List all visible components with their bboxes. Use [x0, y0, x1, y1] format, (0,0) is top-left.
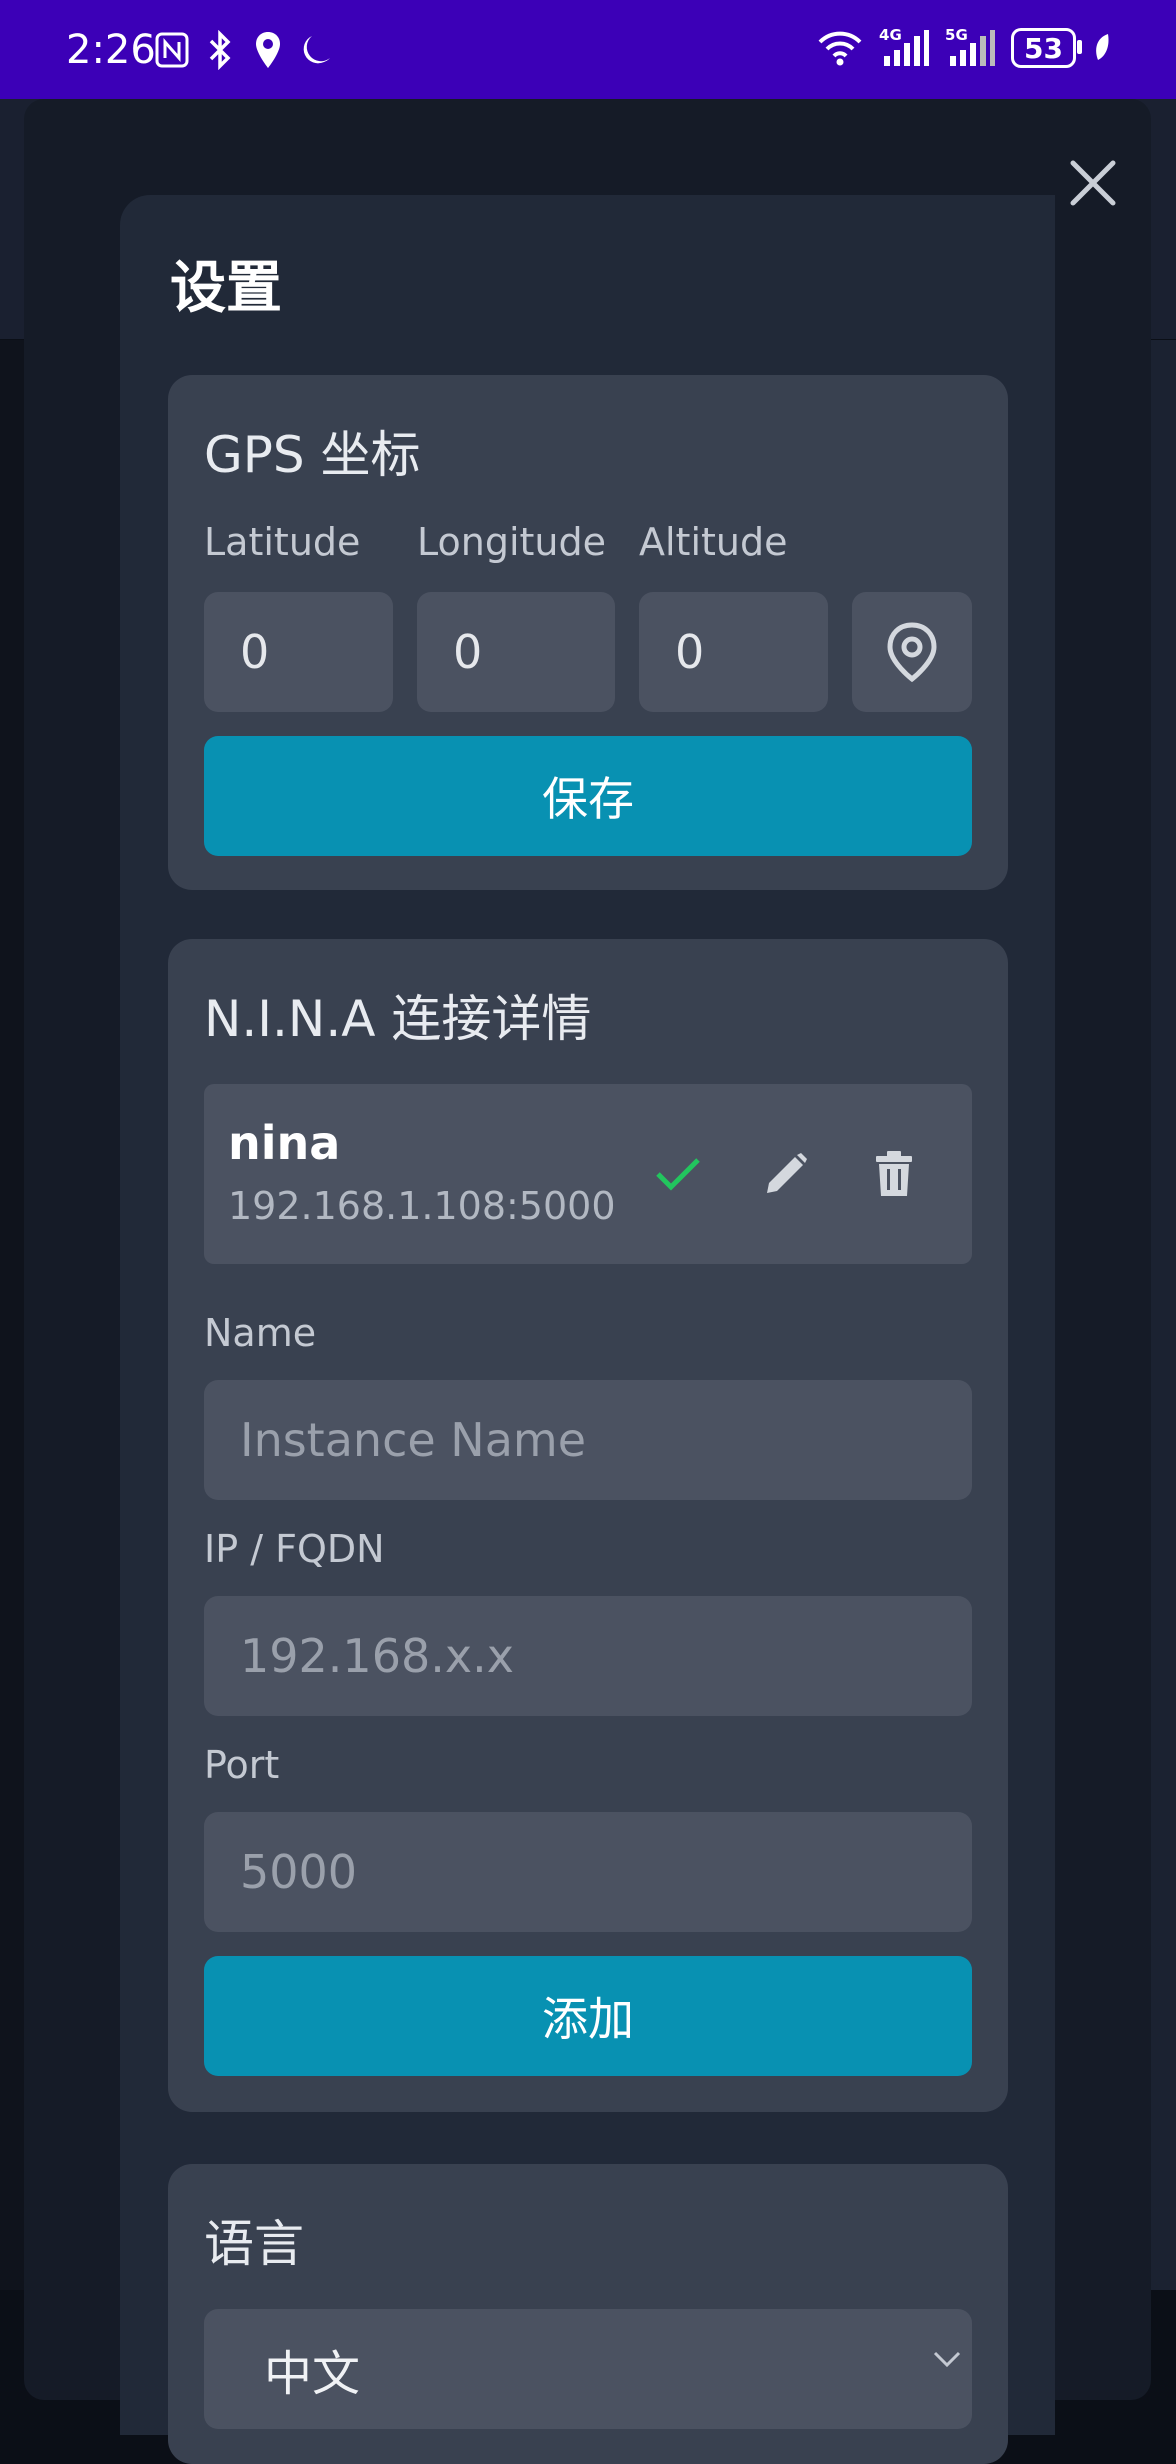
save-button[interactable]: 保存 [204, 736, 972, 856]
status-time: 2:26 [66, 27, 156, 73]
check-icon [656, 1158, 700, 1191]
port-input[interactable]: 5000 [204, 1812, 972, 1932]
instance-name-input[interactable]: Instance Name [204, 1380, 972, 1500]
language-select[interactable]: 中文 [204, 2309, 972, 2429]
wifi-icon [815, 26, 865, 70]
language-selected-value: 中文 [264, 2346, 361, 2402]
connection-item[interactable]: nina 192.168.1.108:5000 [204, 1084, 972, 1264]
status-bar: 2:26 4G 5G 53 [0, 0, 1176, 99]
latitude-input[interactable]: 0 [204, 592, 393, 712]
ip-label: IP / FQDN [204, 1527, 385, 1571]
name-label: Name [204, 1311, 317, 1355]
connection-address: 192.168.1.108:5000 [228, 1184, 616, 1228]
add-button[interactable]: 添加 [204, 1956, 972, 2076]
altitude-input[interactable]: 0 [639, 592, 828, 712]
nina-card-title: N.I.N.A 连接详情 [204, 990, 592, 1048]
signal-icon-2: 5G [945, 26, 997, 70]
ip-input[interactable]: 192.168.x.x [204, 1596, 972, 1716]
status-icons-right: 4G 5G 53 [815, 26, 1114, 70]
port-label: Port [204, 1743, 280, 1787]
close-icon [1070, 160, 1116, 206]
longitude-label: Longitude [417, 520, 606, 564]
chevron-down-icon [933, 2351, 961, 2368]
altitude-label: Altitude [639, 520, 788, 564]
status-icons-left [152, 28, 336, 72]
nina-card: N.I.N.A 连接详情 nina 192.168.1.108:5000 Nam… [168, 939, 1008, 2112]
trash-icon [876, 1151, 912, 1196]
background-side-right [1151, 340, 1176, 2290]
map-pin-icon [887, 622, 937, 683]
longitude-input[interactable]: 0 [417, 592, 615, 712]
language-card: 语言 中文 [168, 2164, 1008, 2464]
get-location-button[interactable] [852, 592, 972, 712]
latitude-label: Latitude [204, 520, 361, 564]
connection-name: nina [228, 1116, 341, 1170]
background-side-left [0, 340, 24, 2290]
close-button[interactable] [1060, 150, 1126, 216]
delete-connection-button[interactable] [864, 1144, 924, 1204]
network-4g-label: 4G [879, 26, 902, 44]
bluetooth-icon [200, 28, 240, 72]
pencil-icon [767, 1153, 807, 1193]
gps-card-title: GPS 坐标 [204, 426, 421, 484]
settings-modal: 设置 GPS 坐标 Latitude Longitude Altitude 0 … [120, 195, 1055, 2464]
edit-connection-button[interactable] [756, 1144, 816, 1204]
network-5g-label: 5G [945, 26, 968, 44]
modal-title: 设置 [170, 256, 282, 321]
battery-indicator: 53 [1011, 28, 1082, 68]
gps-card: GPS 坐标 Latitude Longitude Altitude 0 0 0… [168, 375, 1008, 890]
moon-icon [296, 28, 336, 72]
nfc-icon [152, 28, 192, 72]
signal-icon: 4G [879, 26, 931, 70]
language-card-title: 语言 [204, 2215, 304, 2273]
select-connection-button[interactable] [648, 1144, 708, 1204]
location-icon [248, 28, 288, 72]
leaf-icon [1090, 26, 1114, 70]
